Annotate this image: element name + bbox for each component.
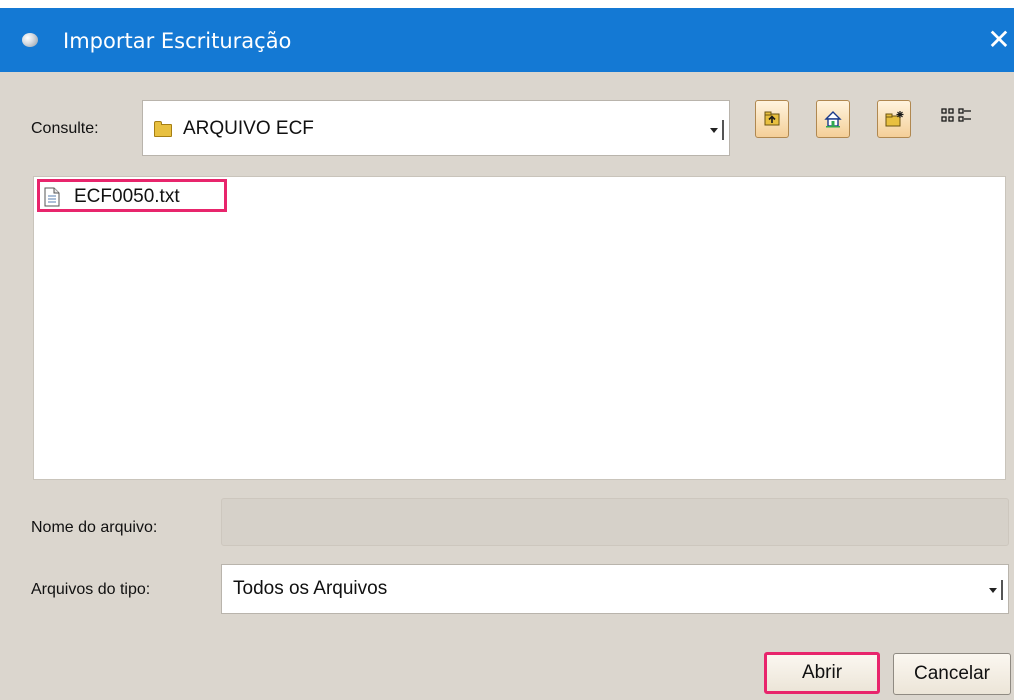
text-file-icon (44, 187, 60, 207)
lookin-combo[interactable]: ARQUIVO ECF (142, 100, 730, 156)
filename-label: Nome do arquivo: (31, 519, 158, 536)
list-item[interactable]: ECF0050.txt (37, 179, 227, 212)
file-list[interactable]: ECF0050.txt (33, 176, 1006, 480)
cancel-button[interactable]: Cancelar (893, 653, 1011, 695)
file-name: ECF0050.txt (74, 186, 180, 207)
app-icon (22, 33, 38, 47)
new-folder-icon (885, 111, 904, 127)
filetype-label: Arquivos do tipo: (31, 581, 151, 598)
filename-input[interactable] (221, 498, 1009, 546)
up-folder-icon (764, 111, 780, 126)
file-import-dialog: Importar Escrituração ✕ Consulte: ARQUIV… (0, 8, 1014, 700)
list-view-icon (941, 108, 971, 122)
up-folder-button[interactable] (755, 100, 789, 138)
home-icon (824, 111, 842, 128)
lookin-dropdown-button[interactable] (707, 118, 725, 142)
list-view-button[interactable] (939, 103, 973, 133)
new-folder-button[interactable] (877, 100, 911, 138)
filetype-value: Todos os Arquivos (233, 578, 388, 599)
folder-icon (154, 121, 172, 137)
lookin-label: Consulte: (31, 120, 99, 137)
chevron-down-icon (710, 128, 718, 133)
open-button[interactable]: Abrir (764, 652, 880, 694)
home-button[interactable] (816, 100, 850, 138)
close-icon[interactable]: ✕ (984, 22, 1014, 58)
filetype-dropdown-button[interactable] (986, 578, 1004, 602)
title-bar[interactable]: Importar Escrituração ✕ (0, 8, 1014, 72)
filetype-combo[interactable]: Todos os Arquivos (221, 564, 1009, 614)
dialog-title: Importar Escrituração (63, 29, 292, 53)
chevron-down-icon (989, 588, 997, 593)
lookin-value: ARQUIVO ECF (183, 118, 314, 139)
